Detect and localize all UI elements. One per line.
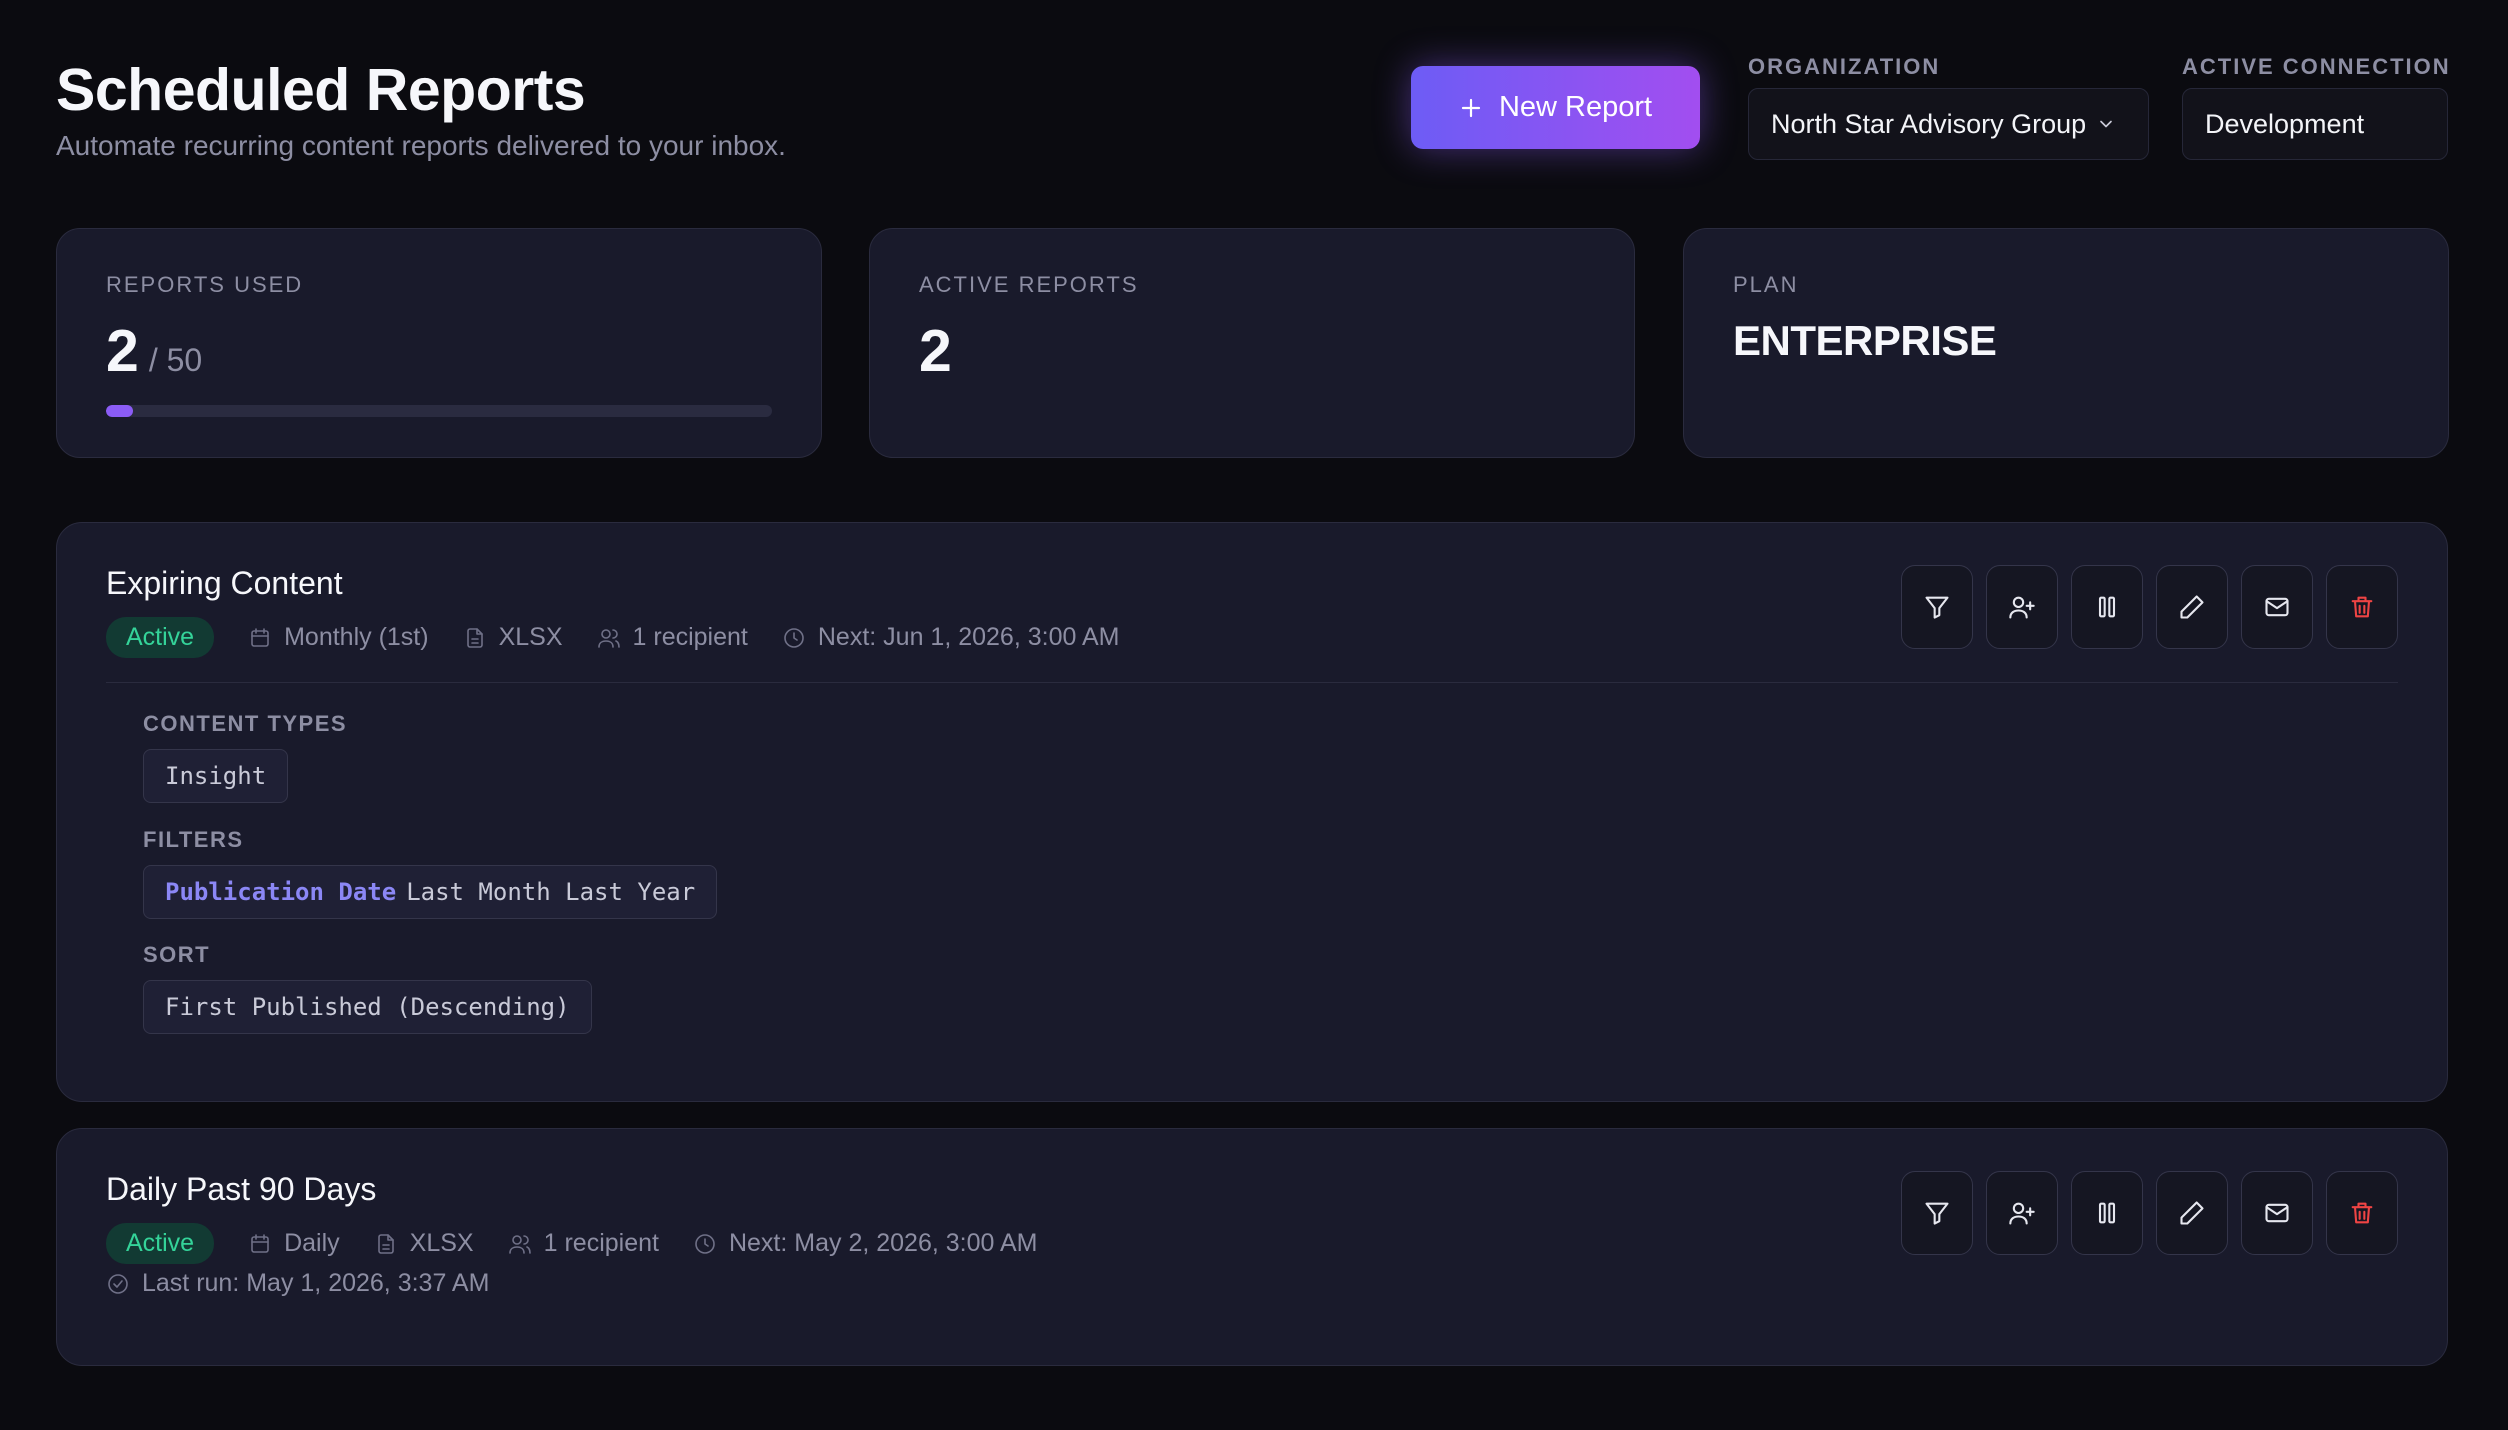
reports-used-progress-fill [106, 405, 133, 417]
last-run-text: Last run: May 1, 2026, 3:37 AM [142, 1269, 490, 1297]
schedule-text: Daily [284, 1229, 340, 1257]
recipients-text: 1 recipient [632, 623, 748, 651]
new-report-label: New Report [1498, 91, 1653, 123]
content-types-label: CONTENT TYPES [143, 711, 348, 736]
report-name: Daily Past 90 Days [106, 1171, 377, 1207]
filter-button[interactable] [1901, 565, 1973, 649]
trash-icon [2351, 1202, 2373, 1224]
user-plus-icon [2009, 596, 2035, 619]
users-icon [508, 1234, 531, 1254]
organization-value: North Star Advisory Group [1771, 108, 2087, 139]
active-reports-label: ACTIVE REPORTS [919, 272, 1139, 297]
users-icon [597, 628, 620, 648]
add-recipient-button[interactable] [1986, 1171, 2058, 1255]
chevron-down-icon [2100, 120, 2112, 128]
schedule-item: Daily [248, 1229, 340, 1258]
recipients-item: 1 recipient [508, 1229, 659, 1258]
edit-button[interactable] [2156, 565, 2228, 649]
connection-select[interactable]: Development [2182, 88, 2448, 160]
reports-used-count: 2 [106, 318, 139, 384]
pause-button[interactable] [2071, 565, 2143, 649]
edit-button[interactable] [2156, 1171, 2228, 1255]
last-run-item: Last run: May 1, 2026, 3:37 AM [106, 1269, 489, 1298]
report-card: Expiring Content Active Monthly (1st) XL… [56, 522, 2448, 1102]
content-type-chip: Insight [143, 749, 289, 803]
report-meta: Active Daily XLSX 1 recipient Next: May … [106, 1223, 1037, 1264]
page-subtitle: Automate recurring content reports deliv… [56, 130, 786, 161]
format-item: XLSX [463, 623, 563, 652]
pause-icon [2098, 596, 2116, 618]
filter-chip: Publication Date Last Month Last Year [143, 865, 718, 919]
plan-label: PLAN [1733, 272, 1799, 297]
plan-value: ENTERPRISE [1733, 317, 1997, 364]
report-meta: Active Monthly (1st) XLSX 1 recipient Ne… [106, 617, 1119, 658]
plan-card: PLAN ENTERPRISE [1683, 228, 2449, 458]
calendar-icon [251, 1233, 269, 1253]
delete-button[interactable] [2326, 1171, 2398, 1255]
status-badge: Active [106, 1223, 215, 1264]
new-report-button[interactable]: New Report [1411, 66, 1700, 149]
active-reports-value: 2 [919, 318, 952, 384]
send-email-button[interactable] [2241, 1171, 2313, 1255]
calendar-icon [251, 627, 269, 647]
next-run-item: Next: Jun 1, 2026, 3:00 AM [782, 623, 1120, 652]
clock-icon [784, 627, 804, 648]
connection-label: ACTIVE CONNECTION [2182, 54, 2451, 79]
sort-value: First Published (Descending) [165, 993, 570, 1021]
plus-icon [1461, 98, 1481, 117]
filter-field: Publication Date [165, 878, 397, 906]
reports-used-value: 2/ 50 [106, 317, 202, 385]
next-run-text: Next: May 2, 2026, 3:00 AM [728, 1229, 1038, 1257]
pause-icon [2098, 1202, 2116, 1224]
content-type-value: Insight [165, 762, 267, 790]
reports-used-label: REPORTS USED [106, 272, 304, 297]
delete-button[interactable] [2326, 565, 2398, 649]
reports-used-card: REPORTS USED 2/ 50 [56, 228, 822, 458]
schedule-item: Monthly (1st) [248, 623, 429, 652]
reports-used-limit: / 50 [148, 342, 203, 378]
filter-icon [1925, 1202, 1949, 1225]
next-run-item: Next: May 2, 2026, 3:00 AM [693, 1229, 1038, 1258]
organization-select[interactable]: North Star Advisory Group [1748, 88, 2149, 160]
pause-button[interactable] [2071, 1171, 2143, 1255]
clock-icon [695, 1233, 715, 1254]
recipients-text: 1 recipient [543, 1229, 659, 1257]
recipients-item: 1 recipient [597, 623, 748, 652]
connection-value: Development [2205, 108, 2365, 139]
page-title: Scheduled Reports [56, 57, 586, 123]
user-plus-icon [2009, 1202, 2035, 1225]
next-run-text: Next: Jun 1, 2026, 3:00 AM [817, 623, 1120, 651]
report-card: Daily Past 90 Days Active Daily XLSX 1 r… [56, 1128, 2448, 1366]
scheduled-reports-page: Scheduled Reports Automate recurring con… [0, 0, 2508, 1430]
active-reports-card: ACTIVE REPORTS 2 [869, 228, 1635, 458]
format-text: XLSX [498, 623, 563, 651]
reports-used-progress [106, 405, 772, 417]
status-badge: Active [106, 617, 215, 658]
schedule-text: Monthly (1st) [284, 623, 429, 651]
filter-icon [1925, 596, 1949, 619]
report-name: Expiring Content [106, 565, 343, 601]
mail-icon [2265, 1203, 2289, 1223]
mail-icon [2265, 597, 2289, 617]
trash-icon [2351, 596, 2373, 618]
check-circle-icon [108, 1273, 128, 1294]
report-actions [1901, 1171, 2398, 1255]
sort-chip: First Published (Descending) [143, 980, 592, 1034]
report-divider [106, 682, 2398, 683]
pencil-icon [2180, 1201, 2204, 1225]
filter-value: Last Month Last Year [406, 878, 696, 906]
filters-label: FILTERS [143, 827, 244, 852]
send-email-button[interactable] [2241, 565, 2313, 649]
format-item: XLSX [374, 1229, 474, 1258]
sort-label: SORT [143, 942, 211, 967]
organization-label: ORGANIZATION [1748, 54, 1941, 79]
report-actions [1901, 565, 2398, 649]
format-text: XLSX [409, 1229, 474, 1257]
filter-button[interactable] [1901, 1171, 1973, 1255]
pencil-icon [2180, 595, 2204, 619]
file-icon [377, 1233, 394, 1254]
file-icon [466, 627, 483, 648]
add-recipient-button[interactable] [1986, 565, 2058, 649]
